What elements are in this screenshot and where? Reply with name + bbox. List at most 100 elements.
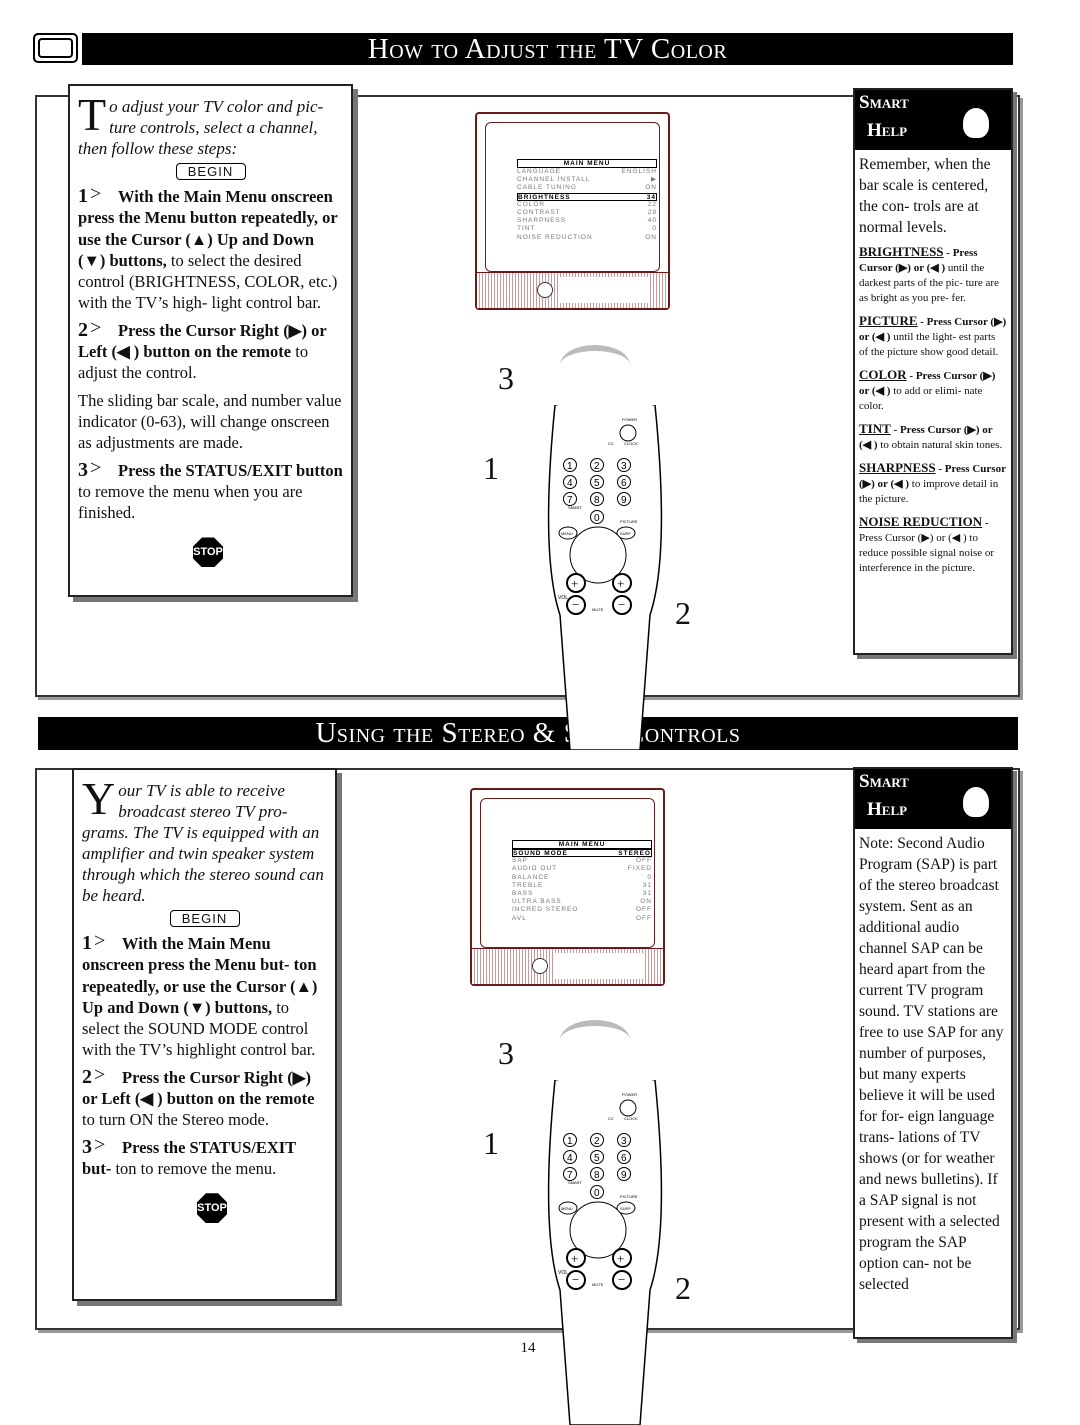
step-0: 1 > With the Main Menu onscreen press the … <box>82 930 318 1060</box>
menu-row: ULTRA BASS ON <box>512 898 652 906</box>
menu-row: COLOR 22 <box>517 200 657 208</box>
tv-onscreen-menu: MAIN MENU LANGUAGE ENGLISH CHANNEL INSTALL ▶… <box>517 159 657 241</box>
picture-label: PICTURE <box>620 1194 638 1199</box>
svg-text:5: 5 <box>594 478 600 489</box>
step-1: 2 > Press the Cursor Right (▶) or Left (◀ … <box>82 1063 315 1130</box>
svg-text:MENU: MENU <box>561 1206 573 1211</box>
menu-row: LANGUAGE ENGLISH <box>517 168 657 175</box>
remote-signal-icon <box>560 1020 630 1060</box>
instructions-box: Your TV is able to receive broadcast ste… <box>72 768 337 1301</box>
smart-label: SMART <box>568 1180 582 1185</box>
tip-item: NOISE REDUCTION - Press Cursor (▶) or (◀… <box>859 514 995 574</box>
smart-help-header: Smart Help <box>855 769 1011 829</box>
intro-text: Your TV is able to receive broadcast ste… <box>82 773 324 906</box>
remote-control-illustration: POWER CC CLOCK 1 2 34 5 67 8 9 0 SMART PICTURE… <box>547 1080 663 1425</box>
svg-text:6: 6 <box>621 478 627 489</box>
menu-row: INCRED STEREO OFF <box>512 906 652 914</box>
menu-row: SOUND MODE STEREO <box>512 849 652 858</box>
intro-text: To adjust your TV color and pic- ture co… <box>78 89 324 159</box>
menu-row: TINT 0 <box>517 225 657 233</box>
clock-label: CLOCK <box>624 1116 638 1121</box>
smart-help-header: Smart Help <box>855 90 1011 150</box>
smart-help-text: Note: Second Audio Program (SAP) is part… <box>859 835 1004 1293</box>
svg-text:2: 2 <box>594 1136 600 1147</box>
svg-text:9: 9 <box>621 495 627 506</box>
step-number-arrow-icon: 1 > <box>78 183 102 207</box>
tip-item: SHARPNESS - Press Cursor (▶) or (◀ ) to … <box>859 460 1006 505</box>
menu-row: SAP OFF <box>512 857 652 865</box>
callout-3: 3 <box>498 360 514 396</box>
svg-text:1: 1 <box>567 461 573 472</box>
svg-text:3: 3 <box>621 461 627 472</box>
step-0: 1 > With the Main Menu onscreen press the … <box>78 183 338 313</box>
smart-help-box: Smart Help Note: Second Audio Program (SA… <box>853 767 1013 1339</box>
svg-text:+: + <box>571 576 578 591</box>
callout-3: 3 <box>498 1035 514 1071</box>
stop-sign-icon: STOP <box>197 1193 227 1224</box>
page-number: 14 <box>520 1340 536 1356</box>
cc-label: CC <box>608 441 614 446</box>
svg-text:SURF: SURF <box>620 531 631 536</box>
tip-item: TINT - Press Cursor (▶) or (◀ ) to obtai… <box>859 421 1003 451</box>
tip-item: BRIGHTNESS - Press Cursor (▶) or (◀ ) un… <box>859 244 999 304</box>
svg-text:4: 4 <box>567 478 573 489</box>
step-2: The sliding bar scale, and number value … <box>78 390 342 453</box>
svg-text:+: + <box>617 1251 624 1266</box>
vol-label: VOL <box>558 1270 568 1276</box>
menu-row: NOISE REDUCTION ON <box>517 233 657 241</box>
menu-row: BASS 31 <box>512 889 652 897</box>
step-1: 2 > Press the Cursor Right (▶) or Left (◀ … <box>78 316 327 383</box>
instructions-box: To adjust your TV color and pic- ture co… <box>68 84 353 597</box>
svg-text:+: + <box>571 1251 578 1266</box>
step-number-arrow-icon: 2 > <box>78 316 102 341</box>
smart-help-text: Remember, when the bar scale is centered… <box>859 156 991 236</box>
svg-text:+: + <box>617 576 624 591</box>
lightbulb-icon <box>963 787 989 817</box>
step-number-arrow-icon: 3 > <box>78 456 102 481</box>
svg-text:MENU: MENU <box>561 531 573 536</box>
power-label: POWER <box>622 417 637 422</box>
svg-text:5: 5 <box>594 1153 600 1164</box>
menu-row: CABLE TUNING ON <box>517 184 657 192</box>
menu-row: BRIGHTNESS 34 <box>517 192 657 201</box>
tip-item: COLOR - Press Cursor (▶) or (◀ ) to add … <box>859 367 996 412</box>
menu-row: AUDIO OUT FIXED <box>512 865 652 873</box>
svg-text:0: 0 <box>594 1188 600 1199</box>
section2-header: Using the Stereo & SAP Controls <box>38 717 1018 750</box>
step-2: 3 > Press the STATUS/EXIT but- ton to remo… <box>82 1133 296 1178</box>
vol-label: VOL <box>558 595 568 601</box>
stop-sign-icon: STOP <box>193 537 223 568</box>
power-button[interactable] <box>619 424 637 442</box>
begin-badge: BEGIN <box>169 910 240 927</box>
picture-label: PICTURE <box>620 519 638 524</box>
menu-row: CONTRAST 29 <box>517 208 657 216</box>
svg-text:SURF: SURF <box>620 1206 631 1211</box>
svg-text:4: 4 <box>567 1153 573 1164</box>
step-number-arrow-icon: 1 > <box>82 930 106 954</box>
tip-item: PICTURE - Press Cursor (▶) or (◀ ) until… <box>859 313 1007 358</box>
svg-text:6: 6 <box>621 1153 627 1164</box>
power-label: POWER <box>622 1092 637 1097</box>
svg-text:2: 2 <box>594 461 600 472</box>
step-number-arrow-icon: 2 > <box>82 1063 106 1088</box>
menu-row: TREBLE 31 <box>512 881 652 889</box>
tv-power-button <box>532 958 548 974</box>
step-number-arrow-icon: 3 > <box>82 1133 106 1158</box>
section1-header: How to Adjust the TV Color <box>82 33 1013 65</box>
remote-signal-icon <box>560 345 630 385</box>
mute-label: MUTE <box>592 1282 604 1287</box>
cc-label: CC <box>608 1116 614 1121</box>
power-button[interactable] <box>619 1099 637 1117</box>
menu-row: AVL OFF <box>512 914 652 922</box>
callout-2: 2 <box>675 1270 691 1306</box>
remote-control-illustration: POWER CC CLOCK 1 2 34 5 67 8 9 0 SMART PICTURE… <box>547 405 663 750</box>
svg-text:8: 8 <box>594 495 600 506</box>
svg-text:0: 0 <box>594 513 600 524</box>
menu-row: SHARPNESS 40 <box>517 217 657 225</box>
svg-text:1: 1 <box>567 1136 573 1147</box>
callout-2: 2 <box>675 595 691 631</box>
menu-row: CHANNEL INSTALL ▶ <box>517 176 657 184</box>
svg-text:3: 3 <box>621 1136 627 1147</box>
clock-label: CLOCK <box>624 441 638 446</box>
smart-help-box: Smart Help Remember, when the bar scale i… <box>853 88 1013 655</box>
